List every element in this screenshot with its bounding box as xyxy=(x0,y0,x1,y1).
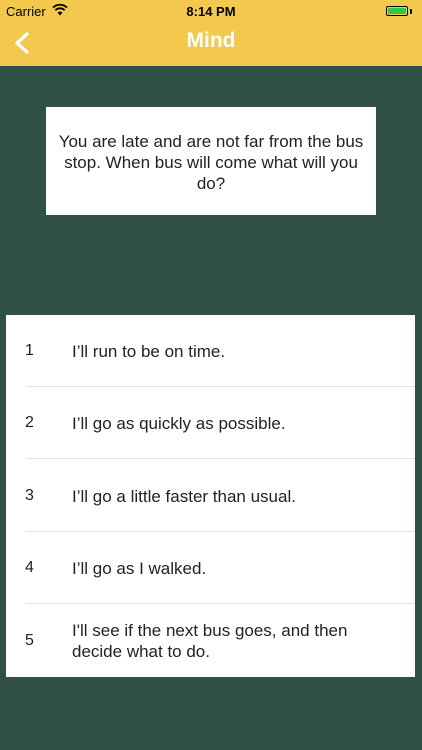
answers-list: 1 I’ll run to be on time. 2 I’ll go as q… xyxy=(6,315,415,677)
answer-text: I’ll go as I walked. xyxy=(72,558,207,578)
answer-number: 1 xyxy=(25,342,34,359)
row-divider xyxy=(26,458,415,459)
nav-bar: Carrier 8:14 PM Mind xyxy=(0,0,422,66)
answer-option-5[interactable]: 5 I'll see if the next bus goes, and the… xyxy=(6,605,415,677)
answer-option-2[interactable]: 2 I’ll go as quickly as possible. xyxy=(6,387,415,459)
answer-number: 3 xyxy=(25,487,34,504)
answer-text: I’ll go a little faster than usual. xyxy=(72,486,296,506)
answer-number: 5 xyxy=(25,632,34,649)
status-bar: Carrier 8:14 PM xyxy=(0,0,422,22)
status-time: 8:14 PM xyxy=(186,4,236,19)
answer-text: I’ll run to be on time. xyxy=(72,341,226,361)
answer-option-1[interactable]: 1 I’ll run to be on time. xyxy=(6,315,415,387)
battery-level xyxy=(388,8,406,14)
battery-icon xyxy=(386,6,408,16)
question-text: You are late and are not far from the bu… xyxy=(58,132,364,193)
row-divider xyxy=(26,603,415,604)
page-title: Mind xyxy=(186,29,236,52)
question-card: You are late and are not far from the bu… xyxy=(46,107,376,215)
answer-number: 4 xyxy=(25,559,34,576)
answer-text: I’ll go as quickly as possible. xyxy=(72,413,286,433)
answer-option-3[interactable]: 3 I’ll go a little faster than usual. xyxy=(6,460,415,532)
answer-number: 2 xyxy=(25,414,34,431)
battery-tip xyxy=(410,9,412,14)
answer-text: I'll see if the next bus goes, and then … xyxy=(72,621,348,661)
answer-option-4[interactable]: 4 I’ll go as I walked. xyxy=(6,532,415,604)
